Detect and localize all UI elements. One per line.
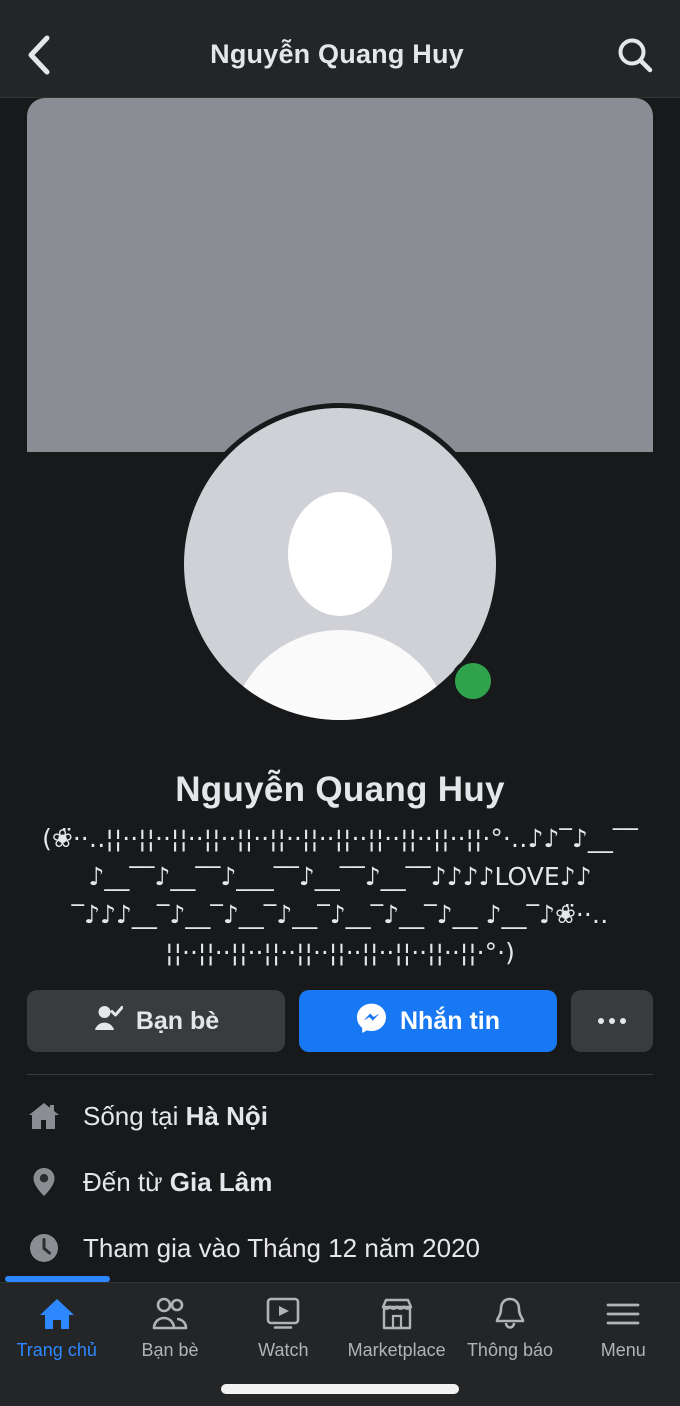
message-button[interactable]: Nhắn tin: [299, 990, 557, 1052]
avatar-body-shape: [229, 630, 451, 720]
facebook-profile-screen: Nguyễn Quang Huy Nguyễn Quang Huy (❀̈··‥…: [0, 0, 680, 1406]
nav-label: Marketplace: [347, 1340, 446, 1360]
bell-icon: [494, 1295, 526, 1333]
nav-label: Bạn bè: [141, 1340, 199, 1360]
info-row-from[interactable]: Đến từ Gia Lâm: [27, 1149, 653, 1215]
info-row-text: Đến từ Gia Lâm: [83, 1166, 273, 1197]
page-title: Nguyễn Quang Huy: [210, 39, 464, 69]
nav-item-marketplace[interactable]: Marketplace: [340, 1295, 453, 1361]
info-row-text: Tham gia vào Tháng 12 năm 2020: [83, 1232, 481, 1263]
nav-item-watch[interactable]: Watch: [227, 1295, 340, 1361]
info-row-joined[interactable]: Tham gia vào Tháng 12 năm 2020: [27, 1215, 653, 1281]
home-icon: [27, 1099, 61, 1133]
person-check-icon: [93, 1003, 124, 1040]
profile-bio: (❀̈··‥¦¦··¦¦··¦¦··¦¦··¦¦··¦¦··¦¦··¦¦··¦¦…: [42, 824, 638, 967]
clock-icon: [27, 1231, 61, 1265]
friends-icon: [151, 1295, 189, 1333]
nav-item-home[interactable]: Trang chủ: [0, 1295, 113, 1361]
avatar[interactable]: [179, 403, 501, 725]
friends-button-label: Bạn bè: [135, 1006, 220, 1035]
video-play-icon: [266, 1295, 300, 1333]
nav-label: Thông báo: [466, 1340, 554, 1360]
back-button[interactable]: [26, 33, 70, 77]
nav-label: Trang chủ: [16, 1340, 97, 1360]
profile-action-buttons: Bạn bè Nhắn tin: [0, 972, 680, 1052]
cover-photo[interactable]: [27, 98, 653, 452]
nav-item-notifications[interactable]: Thông báo: [453, 1295, 566, 1361]
hamburger-icon: [606, 1295, 640, 1333]
home-icon: [39, 1295, 75, 1333]
online-status-badge: [451, 659, 495, 703]
app-header: Nguyễn Quang Huy: [0, 12, 680, 98]
home-indicator: [221, 1384, 459, 1394]
more-options-button[interactable]: [571, 990, 653, 1052]
cover-photo-area: [0, 98, 680, 725]
status-bar: [0, 0, 680, 12]
messenger-icon: [356, 1002, 387, 1040]
bottom-navigation-bar: Trang chủ Bạn bè Watch Marketplace Thông…: [0, 1282, 680, 1406]
message-button-label: Nhắn tin: [400, 1006, 500, 1035]
nav-label: Menu: [600, 1340, 646, 1360]
pin-icon: [27, 1165, 61, 1199]
friends-button[interactable]: Bạn bè: [27, 990, 285, 1052]
avatar-head-shape: [288, 492, 392, 616]
nav-label: Watch: [258, 1340, 309, 1360]
storefront-icon: [380, 1295, 414, 1333]
profile-name: Nguyễn Quang Huy: [175, 770, 505, 809]
info-row-lives-in[interactable]: Sống tại Hà Nội: [27, 1083, 653, 1149]
info-row-text: Sống tại Hà Nội: [83, 1100, 268, 1131]
nav-item-friends[interactable]: Bạn bè: [113, 1295, 226, 1361]
search-icon[interactable]: [610, 33, 654, 77]
ellipsis-icon: [598, 1018, 626, 1024]
nav-item-menu[interactable]: Menu: [567, 1295, 680, 1361]
